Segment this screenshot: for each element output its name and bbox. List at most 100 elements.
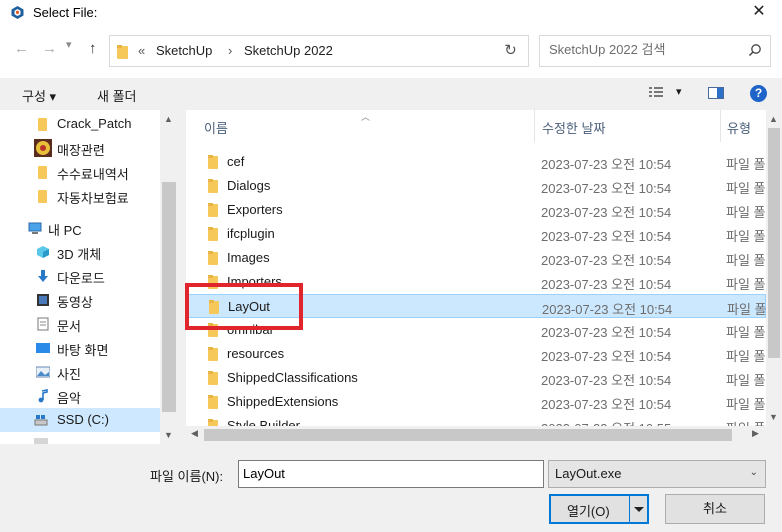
file-modified-date: 2023-07-23 오전 10:54	[541, 397, 672, 412]
sidebar-item-this-pc[interactable]: 내 PC	[0, 216, 160, 240]
scrollbar-thumb[interactable]	[204, 429, 732, 441]
file-row[interactable]: Exporters 2023-07-23 오전 10:54 파일 폴더	[186, 198, 766, 222]
column-header-name[interactable]: 이름	[204, 110, 228, 142]
file-name: Dialogs	[227, 178, 271, 193]
window-title: Select File:	[33, 5, 98, 20]
close-button[interactable]: ✕	[736, 0, 782, 26]
file-name: ShippedExtensions	[227, 394, 339, 409]
column-divider[interactable]	[534, 110, 535, 142]
sidebar-item-label: 음악	[57, 391, 81, 406]
file-type-select[interactable]: LayOut.exe ⌄	[548, 460, 766, 488]
file-row[interactable]: Dialogs 2023-07-23 오전 10:54 파일 폴더	[186, 174, 766, 198]
file-name: resources	[227, 346, 285, 361]
sidebar-item-downloads[interactable]: 다운로드	[0, 264, 160, 288]
organize-button[interactable]: 구성 ▾	[22, 86, 56, 105]
column-header-modified[interactable]: 수정한 날짜	[542, 110, 605, 142]
pictures-icon	[36, 366, 50, 378]
file-type: 파일 폴더	[726, 373, 766, 388]
file-row[interactable]: cef 2023-07-23 오전 10:54 파일 폴더	[186, 150, 766, 174]
sidebar-item-car-insurance[interactable]: 자동차보험료	[0, 184, 160, 208]
file-modified-date: 2023-07-23 오전 10:54	[541, 325, 672, 340]
annotation-highlight-box	[185, 283, 303, 330]
file-modified-date: 2023-07-23 오전 10:54	[541, 253, 672, 268]
cancel-button[interactable]: 취소	[665, 494, 765, 524]
breadcrumb-overflow[interactable]: «	[138, 43, 145, 58]
sidebar-item-label: 문서	[57, 319, 81, 334]
help-icon[interactable]: ?	[750, 85, 767, 102]
sketchup-app-icon	[11, 6, 24, 19]
scroll-down-icon[interactable]: ▼	[164, 430, 173, 440]
open-options-chevron-icon[interactable]	[633, 502, 645, 516]
file-name-field[interactable]	[238, 460, 544, 488]
refresh-icon: ↻	[504, 42, 517, 59]
chevron-down-icon: ⌄	[749, 467, 758, 478]
file-row[interactable]: ShippedExtensions 2023-07-23 오전 10:54 파일 폴…	[186, 390, 766, 414]
file-name: Exporters	[227, 202, 283, 217]
scroll-down-icon[interactable]: ▼	[769, 412, 778, 422]
open-button-label: 열기(O)	[567, 504, 610, 519]
sidebar-item-desktop[interactable]: 바탕 화면	[0, 336, 160, 360]
sidebar-item-videos[interactable]: 동영상	[0, 288, 160, 312]
sidebar-item-store[interactable]: 매장관련	[0, 136, 160, 160]
title-bar: Select File: ✕	[0, 0, 782, 26]
folder-icon	[117, 45, 128, 59]
scrollbar-thumb[interactable]	[768, 128, 780, 358]
file-list-horizontal-scrollbar[interactable]: ◀ ▶	[186, 426, 766, 444]
recent-locations-chevron-icon[interactable]: ▾	[66, 38, 72, 51]
breadcrumb-separator[interactable]: ›	[228, 43, 232, 58]
preview-pane-icon[interactable]	[708, 86, 724, 100]
sidebar-item-ssd-c[interactable]: SSD (C:)	[0, 408, 160, 432]
drive-icon	[34, 415, 48, 426]
sidebar-item-label: 매장관련	[57, 143, 105, 158]
folder-icon	[208, 155, 218, 169]
sidebar-item-label: 수수료내역서	[57, 167, 129, 182]
file-name-label: 파일 이름(N):	[150, 469, 224, 484]
file-type: 파일 폴더	[726, 253, 766, 268]
address-bar[interactable]: « SketchUp › SketchUp 2022 ⌄	[109, 35, 588, 67]
file-modified-date: 2023-07-23 오전 10:54	[541, 229, 672, 244]
file-type: 파일 폴더	[726, 277, 766, 292]
file-row[interactable]: ShippedClassifications 2023-07-23 오전 10:5…	[186, 366, 766, 390]
sidebar-item-label: 사진	[57, 367, 81, 382]
column-header-type[interactable]: 유형	[727, 110, 751, 142]
folder-icon	[38, 118, 47, 131]
forward-arrow-icon[interactable]: →	[42, 40, 57, 57]
scrollbar-thumb[interactable]	[162, 182, 176, 412]
folder-icon	[208, 203, 218, 217]
search-box[interactable]	[539, 35, 771, 67]
column-divider[interactable]	[720, 110, 721, 142]
file-modified-date: 2023-07-23 오전 10:54	[541, 373, 672, 388]
file-row[interactable]: Images 2023-07-23 오전 10:54 파일 폴더	[186, 246, 766, 270]
sidebar-item-music[interactable]: 음악	[0, 384, 160, 408]
folder-icon	[208, 179, 218, 193]
back-arrow-icon[interactable]: ←	[14, 40, 29, 57]
sidebar-item-3d-objects[interactable]: 3D 개체	[0, 240, 160, 264]
sidebar-item-documents[interactable]: 문서	[0, 312, 160, 336]
sidebar-item-fees[interactable]: 수수료내역서	[0, 160, 160, 184]
search-input[interactable]	[549, 42, 739, 57]
file-name-input[interactable]	[243, 466, 533, 481]
file-type: 파일 폴더	[726, 205, 766, 220]
details-view-icon[interactable]	[648, 86, 664, 100]
scroll-right-icon[interactable]: ▶	[752, 428, 759, 439]
breadcrumb-sketchup[interactable]: SketchUp	[156, 43, 212, 58]
scroll-up-icon[interactable]: ▲	[769, 114, 778, 124]
open-button[interactable]: 열기(O)	[549, 494, 649, 524]
file-list-vertical-scrollbar[interactable]: ▲ ▼	[766, 110, 782, 426]
file-row[interactable]: resources 2023-07-23 오전 10:54 파일 폴더	[186, 342, 766, 366]
folder-icon	[38, 190, 47, 203]
new-folder-button[interactable]: 새 폴더	[97, 86, 137, 105]
up-arrow-icon[interactable]: ↑	[89, 40, 97, 57]
file-type: 파일 폴더	[726, 181, 766, 196]
sidebar-item-pictures[interactable]: 사진	[0, 360, 160, 384]
image-folder-icon	[34, 139, 52, 157]
navigation-pane-scrollbar[interactable]: ▲ ▼	[160, 110, 178, 444]
file-type-value: LayOut.exe	[555, 466, 622, 481]
refresh-button[interactable]: ↻	[493, 35, 529, 67]
file-row[interactable]: ifcplugin 2023-07-23 오전 10:54 파일 폴더	[186, 222, 766, 246]
breadcrumb-sketchup-2022[interactable]: SketchUp 2022	[244, 43, 333, 58]
view-options-chevron-icon[interactable]: ▾	[676, 85, 682, 98]
scroll-up-icon[interactable]: ▲	[164, 114, 173, 124]
sidebar-item-crack-patch[interactable]: Crack_Patch	[0, 112, 160, 136]
scroll-left-icon[interactable]: ◀	[191, 428, 198, 439]
